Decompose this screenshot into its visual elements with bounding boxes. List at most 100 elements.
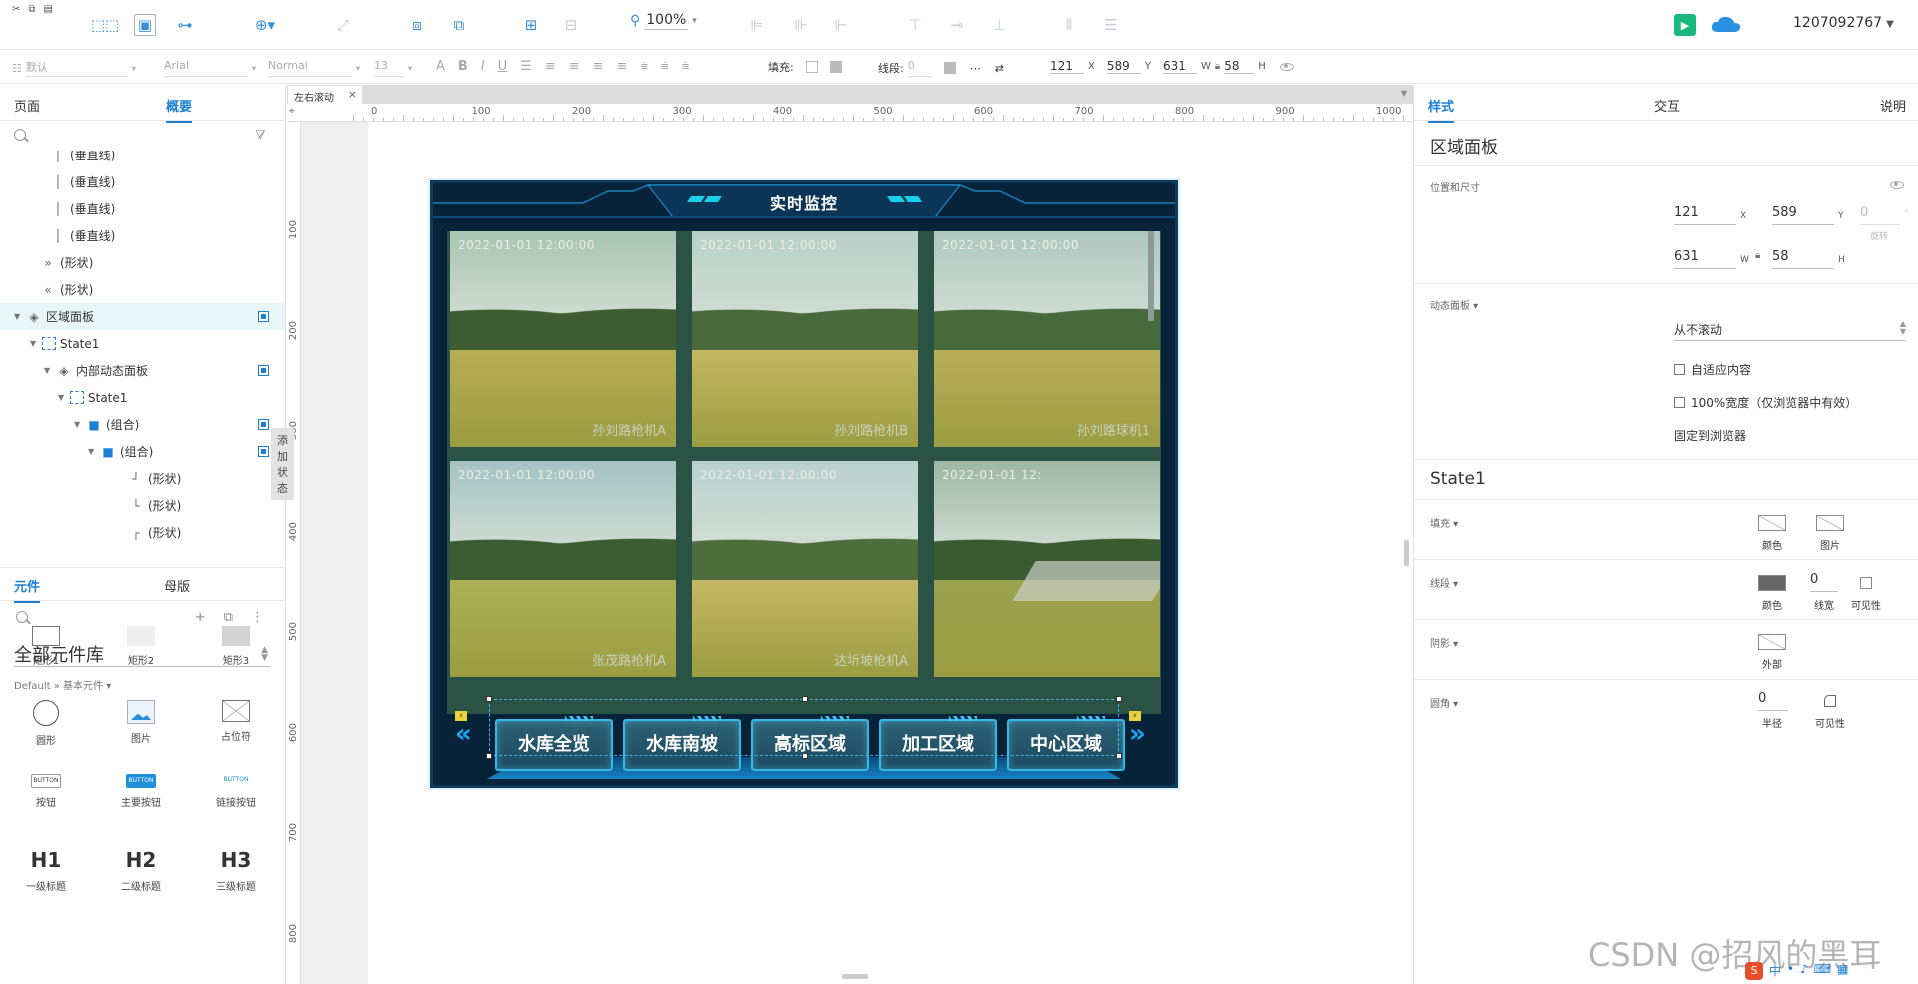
camera-feed[interactable]: 2022-01-01 12:: [934, 461, 1160, 677]
area-nav-button[interactable]: 水库南坡: [623, 716, 741, 771]
library-breadcrumb[interactable]: Default » 基本元件 ▾: [14, 677, 111, 692]
camera-feed[interactable]: 2022-01-01 12:00:00 孙刘路枪机B: [692, 231, 918, 447]
outline-item[interactable]: └ (形状): [0, 492, 285, 519]
ime-tool-icon[interactable]: •: [1787, 962, 1794, 980]
stroke-width-input[interactable]: 0: [1810, 572, 1838, 592]
outline-item[interactable]: ▼ State1: [0, 330, 285, 357]
ruler-origin-icon[interactable]: ⌖: [289, 106, 295, 117]
widget-item[interactable]: H3 三级标题: [196, 848, 276, 893]
widget-item[interactable]: H1 一级标题: [6, 848, 86, 893]
add-library-icon[interactable]: +: [195, 610, 206, 625]
caret-down-icon[interactable]: ▼: [44, 366, 56, 375]
camera-feed[interactable]: 2022-01-01 12:00:00 张茂路枪机A: [450, 461, 676, 677]
lock-icon[interactable]: 🔒︎: [1755, 250, 1760, 261]
widget-item[interactable]: BUTTON 主要按钮: [101, 774, 181, 809]
distribute-v-icon[interactable]: ☰: [1096, 12, 1126, 38]
fit-content-checkbox[interactable]: 自适应内容: [1674, 361, 1751, 378]
align-center-icon[interactable]: ⊪: [786, 12, 816, 38]
outline-item[interactable]: ▼ ◈ 内部动态面板: [0, 357, 285, 384]
widget-item[interactable]: 圆形: [6, 700, 86, 747]
ime-tool-icon[interactable]: ▦: [1837, 962, 1848, 980]
add-state-icon[interactable]: [258, 311, 269, 322]
full-width-checkbox[interactable]: 100%宽度（仅浏览器中有效）: [1674, 394, 1857, 411]
widget-item[interactable]: 图片: [101, 700, 181, 745]
area-nav-button[interactable]: 水库全览: [495, 716, 613, 771]
tab-masters[interactable]: 母版: [164, 576, 190, 595]
canvas-bottom-handle[interactable]: [842, 974, 868, 979]
select-contain-icon[interactable]: ▣: [134, 14, 156, 36]
caret-down-icon[interactable]: ▼: [88, 447, 100, 456]
preview-icon[interactable]: ▶: [1674, 14, 1696, 36]
shadow-label[interactable]: 阴影 ▾: [1430, 635, 1458, 650]
filter-icon[interactable]: ▽̷: [256, 127, 265, 141]
tab-pages[interactable]: 页面: [14, 96, 40, 115]
arrow-style-icon[interactable]: ⇄: [995, 62, 1004, 75]
bring-front-icon[interactable]: ⧈: [402, 12, 432, 38]
tab-widgets[interactable]: 元件: [14, 576, 41, 603]
copy-icon[interactable]: ⧉: [28, 4, 35, 15]
align-bottom-icon[interactable]: ⊥: [984, 12, 1014, 38]
library-import-icon[interactable]: ⧉: [224, 610, 233, 625]
stroke-color-swatch[interactable]: [1758, 575, 1786, 591]
w-input[interactable]: 631: [1674, 249, 1736, 269]
outline-item[interactable]: ▼ State1: [0, 384, 285, 411]
distribute-h-icon[interactable]: ⫴: [1054, 12, 1084, 38]
align-center-text-icon[interactable]: ≡: [569, 59, 580, 74]
widget-item[interactable]: BUTTON 链接按钮: [196, 774, 276, 809]
outline-search[interactable]: ▽̷: [0, 121, 285, 151]
outline-item[interactable]: » (形状): [0, 249, 285, 276]
italic-icon[interactable]: I: [481, 59, 485, 74]
outline-item[interactable]: │ (垂直线): [0, 195, 285, 222]
x-input[interactable]: 121: [1050, 59, 1084, 74]
outline-item[interactable]: ▼ ■ (组合): [0, 438, 285, 465]
widget-item[interactable]: BUTTON 按钮: [6, 774, 86, 809]
user-account[interactable]: 1207092767 ▼: [1793, 15, 1894, 31]
ime-tool-icon[interactable]: ♪: [1800, 962, 1808, 980]
w-input[interactable]: 631: [1162, 59, 1197, 74]
shadow-outer-swatch[interactable]: [1758, 634, 1786, 650]
checkbox-box[interactable]: [1674, 364, 1685, 375]
widget-item[interactable]: 占位符: [196, 700, 276, 743]
fill-color-swatch[interactable]: [1758, 515, 1786, 531]
valign-bottom-icon[interactable]: ⩧: [682, 59, 690, 74]
outline-item[interactable]: │ (垂直线): [0, 222, 285, 249]
stroke-color-swatch[interactable]: [943, 62, 956, 74]
scroll-select[interactable]: 从不滚动 ▲ ▼: [1674, 320, 1906, 341]
zoom-control[interactable]: ⚲ 100% ▾: [630, 12, 697, 30]
visibility-icon[interactable]: [1890, 181, 1904, 189]
align-left-text-icon[interactable]: ≡: [545, 59, 556, 74]
more-icon[interactable]: ⋮: [251, 610, 264, 625]
checkbox-box[interactable]: [1674, 397, 1685, 408]
justify-text-icon[interactable]: ≡: [617, 59, 628, 74]
stroke-pattern-icon[interactable]: ⋯: [970, 62, 981, 75]
valign-middle-icon[interactable]: ⩧: [661, 59, 669, 74]
outline-item[interactable]: ┘ (形状): [0, 465, 285, 492]
x-input[interactable]: 121: [1674, 205, 1736, 225]
add-state-icon[interactable]: [258, 365, 269, 376]
y-input[interactable]: 589: [1772, 205, 1834, 225]
align-top-icon[interactable]: ⊤: [900, 12, 930, 38]
underline-icon[interactable]: U: [498, 59, 508, 74]
camera-feed[interactable]: 2022-01-01 12:00:00 孙刘路球机1: [934, 231, 1160, 447]
document-tab[interactable]: 左右滚动 ×: [287, 85, 363, 104]
y-input[interactable]: 589: [1106, 59, 1141, 74]
font-color-icon[interactable]: A: [436, 59, 445, 74]
chevron-down-icon[interactable]: ▼: [1401, 89, 1407, 98]
ime-tool-icon[interactable]: ⌨: [1814, 962, 1831, 980]
caret-down-icon[interactable]: ▼: [58, 393, 70, 402]
add-state-icon[interactable]: [258, 419, 269, 430]
h-input[interactable]: 58: [1224, 59, 1255, 74]
align-middle-icon[interactable]: ⊸: [942, 12, 972, 38]
caret-down-icon[interactable]: ▼: [74, 420, 86, 429]
caret-down-icon[interactable]: ▼: [14, 312, 26, 321]
tab-style[interactable]: 样式: [1428, 96, 1455, 123]
weight-select[interactable]: Normal ▾: [268, 59, 360, 77]
visibility-icon[interactable]: [1279, 62, 1294, 71]
dynamic-panel-label[interactable]: 动态面板 ▾: [1430, 297, 1478, 312]
valign-top-icon[interactable]: ⩧: [640, 59, 648, 74]
camera-feed[interactable]: 2022-01-01 12:00:00 孙刘路枪机A: [450, 231, 676, 447]
font-size-select[interactable]: 13 ▾: [374, 59, 412, 77]
fill-image-swatch[interactable]: [1816, 515, 1844, 531]
outline-item[interactable]: │ (垂直线): [0, 151, 285, 168]
outline-item[interactable]: ┌ (形状): [0, 519, 285, 545]
